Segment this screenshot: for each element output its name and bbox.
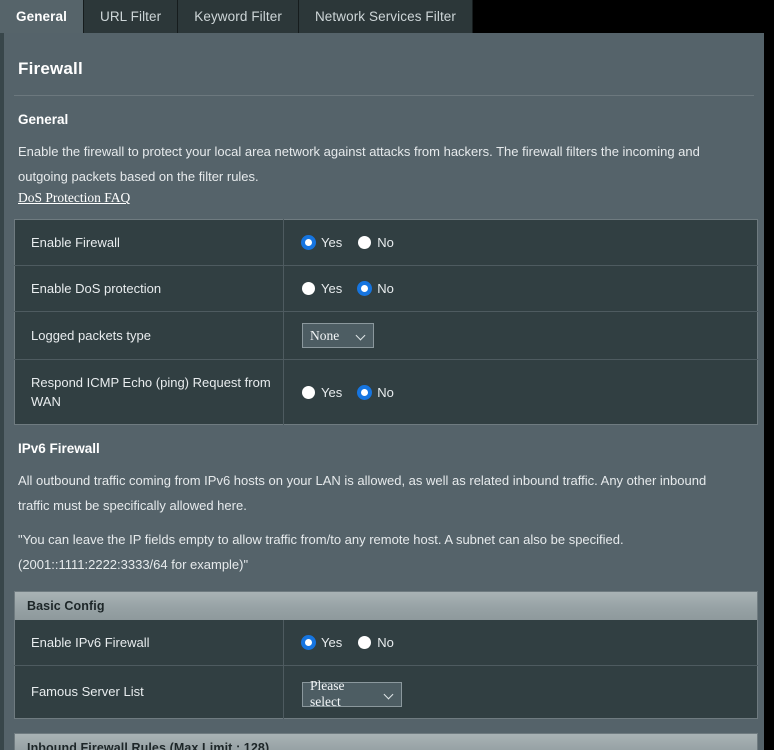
dos-protection-faq-link[interactable]: DoS Protection FAQ	[18, 190, 130, 206]
famous-server-list-select[interactable]: Please select	[302, 678, 402, 709]
label-logged-packets-type: Logged packets type	[14, 311, 284, 360]
radio-group-enable-firewall: Yes No	[302, 235, 757, 250]
radio-enable-ipv6-firewall-no[interactable]: No	[358, 635, 394, 650]
general-section-heading: General	[18, 112, 69, 127]
value-enable-firewall: Yes No	[284, 220, 758, 266]
tab-url-filter-label: URL Filter	[99, 9, 162, 24]
radio-indicator-on-icon	[358, 282, 372, 295]
table-row-enable-firewall: Enable Firewall Yes No	[14, 219, 758, 266]
label-enable-dos-protection: Enable DoS protection	[14, 265, 284, 312]
radio-respond-icmp-echo-yes[interactable]: Yes	[302, 385, 342, 400]
radio-indicator-off-icon	[358, 636, 372, 649]
general-description: Enable the firewall to protect your loca…	[18, 144, 700, 184]
tab-network-services-filter[interactable]: Network Services Filter	[298, 0, 474, 33]
radio-indicator-off-icon	[302, 282, 315, 295]
basic-config-section-bar: Basic Config	[14, 591, 758, 620]
tab-general[interactable]: General	[0, 0, 84, 33]
famous-server-list-value: Please select	[310, 678, 345, 709]
radio-enable-dos-protection-no[interactable]: No	[358, 281, 394, 296]
table-row-enable-ipv6-firewall: Enable IPv6 Firewall Yes No	[14, 620, 758, 666]
radio-label-yes: Yes	[321, 384, 343, 400]
radio-indicator-on-icon	[358, 385, 372, 399]
radio-group-respond-icmp-echo: Yes No	[302, 385, 757, 400]
label-enable-firewall: Enable Firewall	[14, 219, 284, 266]
radio-indicator-on-icon	[302, 636, 315, 649]
radio-enable-ipv6-firewall-yes[interactable]: Yes	[302, 635, 342, 650]
general-settings-table: Enable Firewall Yes No Enable DoS protec…	[14, 219, 758, 425]
radio-label-no: No	[377, 281, 394, 296]
logged-packets-type-value: None	[310, 327, 340, 343]
table-row-logged-packets-type: Logged packets type None	[14, 311, 758, 360]
inbound-firewall-rules-bar: Inbound Firewall Rules (Max Limit : 128)	[14, 732, 758, 750]
chevron-down-icon	[385, 690, 394, 699]
value-logged-packets-type: None	[284, 312, 758, 360]
radio-enable-dos-protection-yes[interactable]: Yes	[302, 281, 342, 296]
radio-enable-firewall-no[interactable]: No	[358, 235, 394, 250]
radio-label-yes: Yes	[321, 235, 343, 250]
radio-label-yes: Yes	[321, 635, 343, 650]
value-enable-ipv6-firewall: Yes No	[284, 620, 758, 666]
basic-config-table: Enable IPv6 Firewall Yes No Famous Serve…	[14, 620, 758, 719]
table-row-famous-server-list: Famous Server List Please select	[14, 665, 758, 719]
radio-indicator-off-icon	[358, 236, 372, 249]
value-enable-dos-protection: Yes No	[284, 266, 758, 312]
label-enable-ipv6-firewall: Enable IPv6 Firewall	[14, 620, 284, 666]
ipv6-paragraph-2-line-2: (2001::1111:2222:3333/64 for example)"	[18, 557, 249, 572]
label-famous-server-list: Famous Server List	[14, 665, 284, 718]
value-famous-server-list: Please select	[284, 666, 758, 719]
tab-url-filter[interactable]: URL Filter	[83, 0, 179, 33]
tab-bar: General URL Filter Keyword Filter Networ…	[0, 0, 474, 33]
value-respond-icmp-echo: Yes No	[284, 360, 758, 425]
page-title: Firewall	[18, 59, 83, 78]
radio-indicator-on-icon	[302, 236, 315, 249]
tab-keyword-filter[interactable]: Keyword Filter	[178, 0, 299, 33]
chevron-down-icon	[357, 331, 366, 340]
radio-label-no: No	[377, 235, 394, 250]
content-panel: Firewall General Enable the firewall to …	[0, 33, 764, 750]
ipv6-paragraph-1: All outbound traffic coming from IPv6 ho…	[18, 473, 707, 513]
table-row-enable-dos-protection: Enable DoS protection Yes No	[14, 265, 758, 312]
logged-packets-type-select[interactable]: None	[302, 323, 374, 348]
radio-respond-icmp-echo-no[interactable]: No	[358, 385, 394, 400]
ipv6-paragraph-2-line-1: "You can leave the IP fields empty to al…	[18, 532, 624, 547]
label-respond-icmp-echo: Respond ICMP Echo (ping) Request from WA…	[14, 359, 284, 425]
tab-general-label: General	[16, 9, 67, 24]
radio-group-enable-ipv6-firewall: Yes No	[302, 635, 757, 650]
radio-group-enable-dos-protection: Yes No	[302, 281, 757, 296]
radio-label-yes: Yes	[321, 281, 343, 296]
radio-label-no: No	[377, 635, 394, 650]
tab-keyword-filter-label: Keyword Filter	[194, 9, 282, 24]
radio-enable-firewall-yes[interactable]: Yes	[302, 235, 342, 250]
radio-label-no: No	[377, 384, 394, 400]
radio-indicator-off-icon	[302, 385, 315, 399]
ipv6-section-heading: IPv6 Firewall	[18, 441, 100, 456]
tab-network-services-filter-label: Network Services Filter	[314, 9, 457, 24]
table-row-respond-icmp-echo: Respond ICMP Echo (ping) Request from WA…	[14, 359, 758, 425]
